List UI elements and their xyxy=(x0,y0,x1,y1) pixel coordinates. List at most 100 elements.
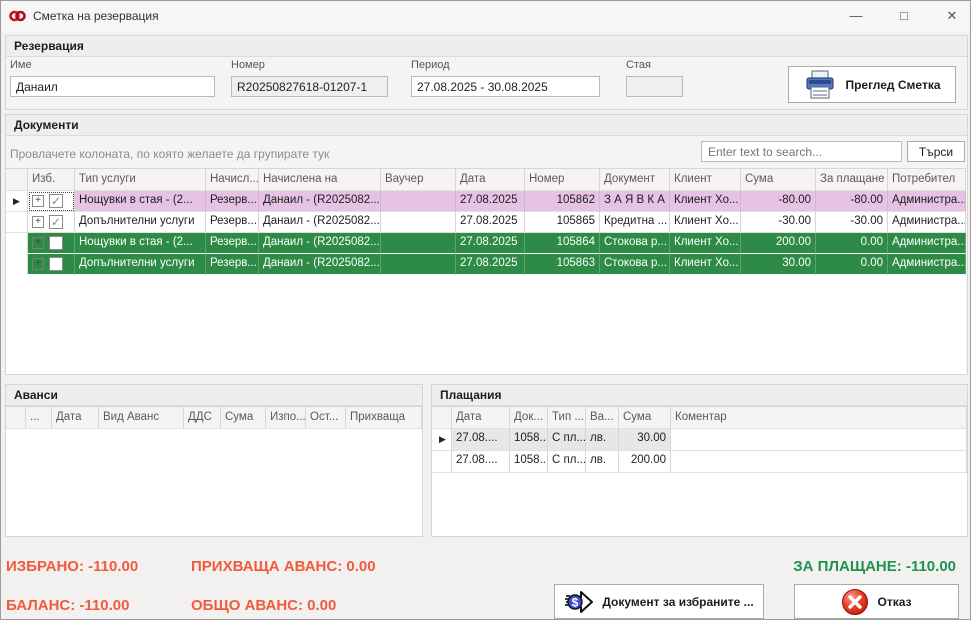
header-accrued[interactable]: Начисл... xyxy=(206,169,259,191)
close-icon[interactable]: ✕ xyxy=(935,1,969,31)
row-select-cell[interactable]: + xyxy=(28,254,75,275)
cell-client: Клиент Хо... xyxy=(670,191,741,212)
cell-amount: 30.00 xyxy=(619,429,671,451)
cell-date: 27.08.... xyxy=(452,451,510,473)
name-field[interactable] xyxy=(10,76,215,97)
header-amount[interactable]: Сума xyxy=(619,407,671,429)
title-bar: Сметка на резервация — □ ✕ xyxy=(1,1,970,31)
document-for-selected-label: Документ за избраните ... xyxy=(602,595,753,609)
printer-icon xyxy=(803,70,837,100)
cell-date: 27.08.2025 xyxy=(456,254,525,275)
header-client[interactable]: Клиент xyxy=(670,169,741,191)
cell-user: Администра... xyxy=(888,191,966,212)
header-date[interactable]: Дата xyxy=(452,407,510,429)
header-document[interactable]: Документ xyxy=(600,169,670,191)
period-field[interactable] xyxy=(411,76,600,97)
header-date[interactable]: Дата xyxy=(456,169,525,191)
header-dots[interactable]: ... xyxy=(26,407,52,429)
header-date[interactable]: Дата xyxy=(52,407,99,429)
header-amount[interactable]: Сума xyxy=(741,169,816,191)
document-for-selected-button[interactable]: $ Документ за избраните ... xyxy=(554,584,764,619)
cell-date: 27.08.2025 xyxy=(456,233,525,254)
cell-date: 27.08.2025 xyxy=(456,212,525,233)
row-checkbox[interactable] xyxy=(49,194,63,208)
expand-icon[interactable]: + xyxy=(32,258,44,270)
reservation-invoice-window: Сметка на резервация — □ ✕ Резервация Им… xyxy=(0,0,971,620)
header-selected[interactable]: Изб. xyxy=(28,169,75,191)
cancel-x-icon xyxy=(841,588,869,616)
row-checkbox[interactable] xyxy=(49,215,63,229)
document-row[interactable]: + Нощувки в стая - (2... Резерв... Данаи… xyxy=(6,233,966,254)
header-offset[interactable]: Прихваща xyxy=(346,407,422,429)
advances-panel-title: Аванси xyxy=(6,385,422,406)
payment-row[interactable]: 27.08.... 1058... С пл... лв. 200.00 xyxy=(432,451,967,473)
header-vat[interactable]: ДДС xyxy=(184,407,221,429)
cell-accrued: Резерв... xyxy=(206,233,259,254)
header-number[interactable]: Номер xyxy=(525,169,600,191)
document-row[interactable]: ▶ + Нощувки в стая - (2... Резерв... Дан… xyxy=(6,191,966,212)
header-due[interactable]: За плащане xyxy=(816,169,888,191)
row-select-cell[interactable]: + xyxy=(28,212,75,233)
cell-date: 27.08.2025 xyxy=(456,191,525,212)
header-advance-type[interactable]: Вид Аванс xyxy=(99,407,184,429)
due-value: -110.00 xyxy=(906,558,956,575)
header-remaining[interactable]: Ост... xyxy=(306,407,346,429)
row-checkbox[interactable] xyxy=(49,236,63,250)
number-field[interactable] xyxy=(231,76,388,97)
cell-user: Администра... xyxy=(888,254,966,275)
name-label: Име xyxy=(10,59,32,71)
balance-total: БАЛАНС: -110.00 xyxy=(6,597,129,614)
preview-invoice-button[interactable]: Преглед Сметка xyxy=(788,66,956,103)
document-row[interactable]: + Допълнителни услуги Резерв... Данаил -… xyxy=(6,254,966,275)
cancel-button[interactable]: Отказ xyxy=(794,584,959,619)
maximize-icon[interactable]: □ xyxy=(887,1,921,31)
offset-advance-label: ПРИХВАЩА АВАНС: xyxy=(191,558,342,575)
header-used[interactable]: Изпо... xyxy=(266,407,306,429)
cell-voucher xyxy=(381,233,456,254)
header-voucher[interactable]: Ваучер xyxy=(381,169,456,191)
window-title: Сметка на резервация xyxy=(33,9,159,23)
minimize-icon[interactable]: — xyxy=(839,1,873,31)
header-accrued-on[interactable]: Начислена на xyxy=(259,169,381,191)
due-total: ЗА ПЛАЩАНЕ: -110.00 xyxy=(656,558,956,575)
cell-amount: 200.00 xyxy=(619,451,671,473)
expand-icon[interactable]: + xyxy=(32,216,44,228)
cell-doc: 1058... xyxy=(510,429,548,451)
cell-document: Кредитна ... xyxy=(600,212,670,233)
row-indicator xyxy=(6,254,28,275)
cell-number: 105865 xyxy=(525,212,600,233)
cell-number: 105862 xyxy=(525,191,600,212)
row-indicator xyxy=(6,212,28,233)
expand-icon[interactable]: + xyxy=(32,237,44,249)
room-label: Стая xyxy=(626,59,651,71)
advances-panel: Аванси ... Дата Вид Аванс ДДС Сума Изпо.… xyxy=(5,384,423,537)
total-advance: ОБЩО АВАНС: 0.00 xyxy=(191,597,336,614)
header-currency[interactable]: Ва... xyxy=(586,407,619,429)
search-button[interactable]: Търси xyxy=(907,141,965,162)
cell-date: 27.08.... xyxy=(452,429,510,451)
cell-due: -80.00 xyxy=(816,191,888,212)
header-type[interactable]: Тип ... xyxy=(548,407,586,429)
header-amount[interactable]: Сума xyxy=(221,407,266,429)
header-doc[interactable]: Док... xyxy=(510,407,548,429)
expand-icon[interactable]: + xyxy=(32,195,44,207)
payment-row[interactable]: ▶ 27.08.... 1058... С пл... лв. 30.00 xyxy=(432,429,967,451)
header-service-type[interactable]: Тип услуги xyxy=(75,169,206,191)
header-user[interactable]: Потребител xyxy=(888,169,966,191)
payments-grid-header: Дата Док... Тип ... Ва... Сума Коментар xyxy=(432,407,967,429)
cell-currency: лв. xyxy=(586,429,619,451)
row-indicator-icon: ▶ xyxy=(6,191,28,212)
search-input[interactable] xyxy=(701,141,902,162)
row-checkbox[interactable] xyxy=(49,257,63,271)
row-select-cell[interactable]: + xyxy=(28,191,75,212)
header-comment[interactable]: Коментар xyxy=(671,407,967,429)
document-row[interactable]: + Допълнителни услуги Резерв... Данаил -… xyxy=(6,212,966,233)
cell-document: Стокова р... xyxy=(600,254,670,275)
cell-doc: 1058... xyxy=(510,451,548,473)
header-indicator xyxy=(6,169,28,191)
room-field[interactable] xyxy=(626,76,683,97)
cell-currency: лв. xyxy=(586,451,619,473)
cell-due: -30.00 xyxy=(816,212,888,233)
row-select-cell[interactable]: + xyxy=(28,233,75,254)
document-money-arrow-icon: $ xyxy=(564,588,594,616)
